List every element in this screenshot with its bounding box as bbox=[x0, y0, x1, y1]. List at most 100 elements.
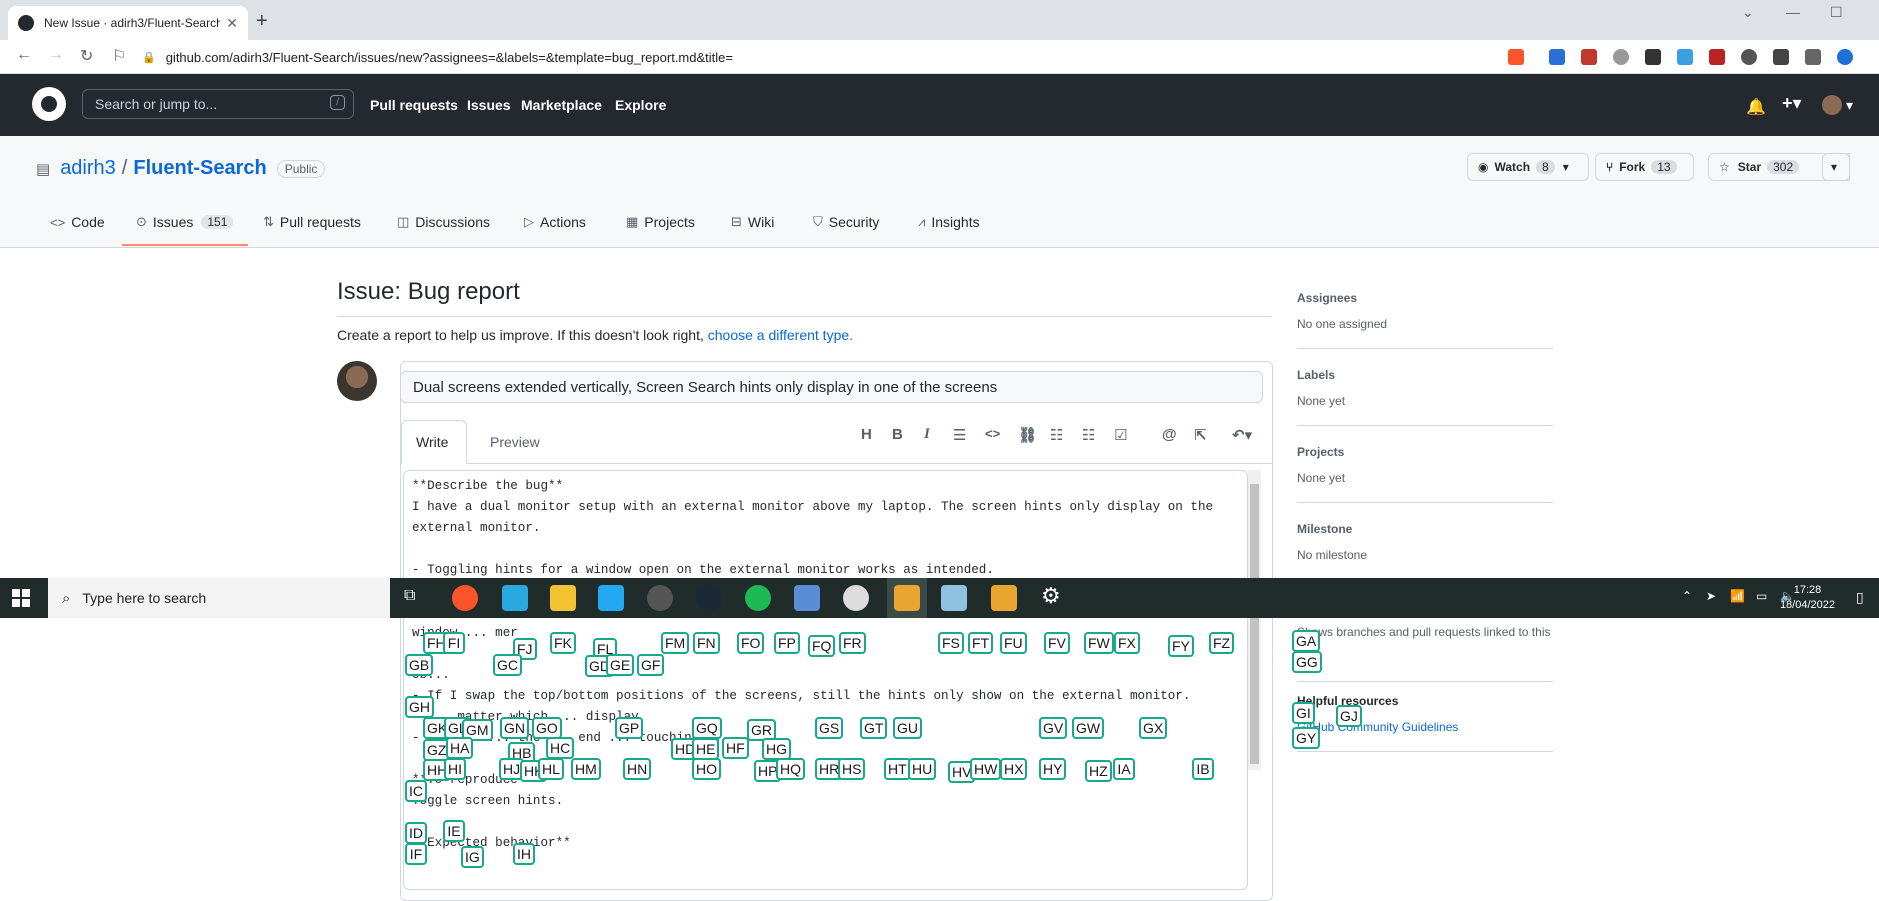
screen-search-hint[interactable]: IF bbox=[405, 843, 427, 865]
screen-search-hint[interactable]: HL bbox=[538, 758, 564, 780]
screen-search-hint[interactable]: IC bbox=[405, 780, 427, 802]
app-icon[interactable] bbox=[843, 585, 869, 611]
screen-search-hint[interactable]: GT bbox=[860, 717, 888, 739]
screen-search-hint[interactable]: FS bbox=[938, 632, 964, 654]
tab-wiki[interactable]: ⊟ Wiki bbox=[731, 214, 774, 230]
tab-issues[interactable]: ⊙ Issues 151 bbox=[136, 214, 234, 230]
screen-search-hint[interactable]: HU bbox=[908, 758, 937, 780]
screen-search-hint[interactable]: HE bbox=[692, 738, 720, 760]
screen-search-hint[interactable]: GY bbox=[1292, 727, 1321, 749]
bold-icon[interactable]: B bbox=[892, 426, 903, 443]
chevron-down-icon[interactable]: ▾ bbox=[1846, 97, 1853, 114]
screen-search-hint[interactable]: GJ bbox=[1336, 705, 1362, 727]
create-new-icon[interactable]: +▾ bbox=[1782, 93, 1802, 114]
battery-icon[interactable]: ▭ bbox=[1756, 589, 1767, 603]
extension-icon[interactable] bbox=[1677, 49, 1693, 65]
milestone-heading[interactable]: Milestone bbox=[1297, 522, 1352, 536]
extension-icon[interactable] bbox=[1709, 49, 1725, 65]
app-icon[interactable] bbox=[794, 585, 820, 611]
brave-shield-icon[interactable] bbox=[1508, 49, 1524, 65]
github-logo-icon[interactable] bbox=[32, 87, 66, 121]
link-icon[interactable]: ⛓ bbox=[1018, 426, 1037, 444]
heading-icon[interactable]: H bbox=[861, 426, 872, 443]
screen-search-hint[interactable]: GU bbox=[893, 717, 922, 739]
screen-search-hint[interactable]: HY bbox=[1039, 758, 1067, 780]
tab-insights[interactable]: ⩘ Insights bbox=[918, 214, 980, 230]
windows-start-icon[interactable] bbox=[12, 589, 30, 607]
vscode-icon[interactable] bbox=[598, 585, 624, 611]
screen-search-hint[interactable]: ID bbox=[405, 822, 427, 844]
mention-icon[interactable]: @ bbox=[1162, 426, 1177, 443]
browser-tab[interactable]: New Issue · adirh3/Fluent-Search ✕ bbox=[8, 6, 248, 40]
italic-icon[interactable]: I bbox=[924, 426, 930, 443]
tab-search-icon[interactable]: ⌄ bbox=[1742, 4, 1754, 21]
fork-button[interactable]: ⑂ Fork 13 bbox=[1595, 153, 1694, 181]
bulleted-list-icon[interactable]: ☷ bbox=[1050, 426, 1063, 444]
screen-search-hint[interactable]: GC bbox=[493, 654, 522, 676]
address-bar[interactable]: 🔒 github.com/adirh3/Fluent-Search/issues… bbox=[142, 44, 1492, 70]
screen-search-hint[interactable]: HO bbox=[692, 758, 721, 780]
user-avatar[interactable] bbox=[1822, 95, 1842, 115]
tab-code[interactable]: <> Code bbox=[50, 214, 105, 230]
extension-icon[interactable] bbox=[1645, 49, 1661, 65]
screen-search-hint[interactable]: FY bbox=[1168, 635, 1194, 657]
screen-search-hint[interactable]: GQ bbox=[692, 717, 722, 739]
screen-search-hint[interactable]: IE bbox=[443, 820, 465, 842]
tab-security[interactable]: ⛉ Security bbox=[813, 214, 879, 230]
gear-icon[interactable]: ⚙ bbox=[1041, 583, 1067, 609]
issue-body-textarea[interactable]: **Describe the bug** I have a dual monit… bbox=[403, 470, 1248, 890]
back-icon[interactable]: ← bbox=[16, 46, 32, 64]
screen-search-hint[interactable]: GS bbox=[815, 717, 844, 739]
screen-search-hint[interactable]: FK bbox=[550, 632, 576, 654]
wallet-icon[interactable] bbox=[1805, 49, 1821, 65]
maximize-icon[interactable]: ☐ bbox=[1830, 4, 1843, 21]
screen-search-hint[interactable]: HA bbox=[446, 737, 474, 759]
screen-search-hint[interactable]: HC bbox=[546, 737, 575, 759]
chevron-up-icon[interactable]: ⌃ bbox=[1682, 589, 1692, 603]
task-view-icon[interactable]: ⧉ bbox=[404, 587, 415, 605]
extension-icon[interactable] bbox=[1581, 49, 1597, 65]
screen-search-hint[interactable]: HS bbox=[838, 758, 866, 780]
reload-icon[interactable]: ↻ bbox=[80, 46, 93, 66]
screen-search-hint[interactable]: GI bbox=[1292, 702, 1315, 724]
screen-search-hint[interactable]: HZ bbox=[1085, 760, 1112, 782]
screen-search-hint[interactable]: FO bbox=[737, 632, 765, 654]
app-icon[interactable] bbox=[941, 585, 967, 611]
app-icon[interactable] bbox=[991, 585, 1017, 611]
steam-icon[interactable] bbox=[696, 585, 722, 611]
screen-search-hint[interactable]: IG bbox=[461, 846, 484, 868]
tab-discussions[interactable]: ◫ Discussions bbox=[397, 214, 490, 230]
screen-search-hint[interactable]: GB bbox=[405, 654, 434, 676]
forward-icon[interactable]: → bbox=[48, 46, 64, 64]
scrollbar-thumb[interactable] bbox=[1250, 484, 1259, 764]
screen-search-hint[interactable]: HT bbox=[884, 758, 911, 780]
notification-center-icon[interactable]: ▯ bbox=[1856, 589, 1864, 606]
screen-search-hint[interactable]: HI bbox=[444, 758, 466, 780]
choose-different-type-link[interactable]: choose a different type. bbox=[708, 327, 853, 343]
screen-search-hint[interactable]: HW bbox=[970, 758, 1002, 780]
screen-search-hint[interactable]: FR bbox=[839, 632, 866, 654]
screen-search-hint[interactable]: HM bbox=[571, 758, 601, 780]
new-tab-icon[interactable]: + bbox=[256, 10, 268, 33]
screen-search-hint[interactable]: FI bbox=[443, 632, 465, 654]
nav-pull-requests[interactable]: Pull requests bbox=[370, 97, 458, 113]
screen-search-hint[interactable]: HF bbox=[722, 737, 749, 759]
labels-heading[interactable]: Labels bbox=[1297, 368, 1335, 382]
screen-search-hint[interactable]: GF bbox=[637, 654, 665, 676]
tab-pull-requests[interactable]: ⇅ Pull requests bbox=[263, 214, 361, 230]
tab-write[interactable]: Write bbox=[401, 420, 467, 464]
screen-search-hint[interactable]: GV bbox=[1039, 717, 1068, 739]
screen-search-hint[interactable]: FP bbox=[774, 632, 800, 654]
bookmark-icon[interactable]: ⚐ bbox=[112, 46, 126, 66]
quote-icon[interactable]: ☰ bbox=[953, 426, 966, 444]
nav-issues[interactable]: Issues bbox=[467, 97, 511, 113]
screen-search-hint[interactable]: GE bbox=[606, 654, 635, 676]
screen-search-hint[interactable]: FV bbox=[1044, 632, 1070, 654]
brave-app-icon[interactable] bbox=[452, 585, 478, 611]
tab-projects[interactable]: ▦ Projects bbox=[626, 214, 695, 230]
repo-name-link[interactable]: Fluent-Search bbox=[133, 157, 266, 180]
github-search-input[interactable]: Search or jump to... / bbox=[82, 89, 354, 119]
taskbar-clock[interactable]: 17:28 18/04/2022 bbox=[1780, 583, 1835, 613]
close-tab-icon[interactable]: ✕ bbox=[226, 15, 238, 32]
screen-search-hint[interactable]: HQ bbox=[776, 758, 805, 780]
